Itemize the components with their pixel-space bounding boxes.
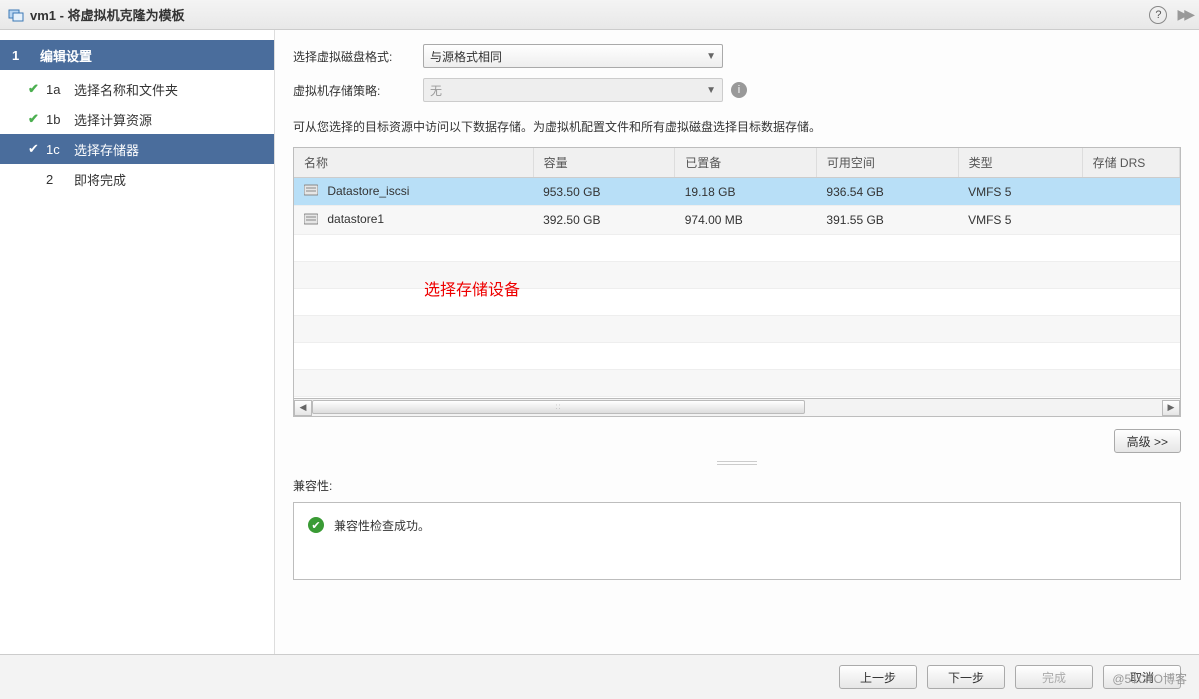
- table-row: .: [294, 369, 1180, 396]
- table-row[interactable]: datastore1 392.50 GB 974.00 MB 391.55 GB…: [294, 206, 1180, 234]
- wizard-sidebar: 1 编辑设置 ✔ 1a 选择名称和文件夹 ✔ 1b 选择计算资源 ✔ 1c 选择…: [0, 30, 275, 654]
- window-title: vm1 - 将虚拟机克隆为模板: [30, 5, 185, 24]
- cell-type: VMFS 5: [958, 206, 1082, 234]
- table-row: .: [294, 261, 1180, 288]
- step-1b[interactable]: ✔ 1b 选择计算资源: [0, 104, 274, 134]
- step-label: 选择计算资源: [74, 110, 152, 129]
- col-provisioned[interactable]: 已置备: [675, 148, 817, 178]
- storage-policy-value: 无: [430, 82, 442, 99]
- wizard-footer: 上一步 下一步 完成 取消: [0, 654, 1199, 699]
- compat-message: 兼容性检查成功。: [334, 517, 430, 534]
- cell-name: datastore1: [327, 212, 384, 226]
- step-1a[interactable]: ✔ 1a 选择名称和文件夹: [0, 74, 274, 104]
- table-row[interactable]: Datastore_iscsi 953.50 GB 19.18 GB 936.5…: [294, 178, 1180, 206]
- cell-drs: [1082, 178, 1179, 206]
- compat-label: 兼容性:: [293, 477, 1181, 494]
- compat-box: ✔ 兼容性检查成功。: [293, 502, 1181, 580]
- success-icon: ✔: [308, 517, 324, 533]
- scroll-track[interactable]: ::: [312, 400, 1162, 416]
- chevron-down-icon: ▼: [706, 85, 716, 96]
- scroll-right-icon[interactable]: ▶: [1162, 400, 1180, 416]
- table-row: .: [294, 315, 1180, 342]
- vm-icon: [8, 7, 24, 23]
- cell-type: VMFS 5: [958, 178, 1082, 206]
- table-row: .: [294, 342, 1180, 369]
- cell-drs: [1082, 206, 1179, 234]
- cell-name: Datastore_iscsi: [327, 184, 409, 198]
- storage-policy-label: 虚拟机存储策略:: [293, 82, 423, 99]
- splitter-grip[interactable]: [293, 459, 1181, 467]
- chevron-down-icon: ▼: [706, 51, 716, 62]
- check-icon: ✔: [28, 111, 46, 127]
- step-2[interactable]: 2 即将完成: [0, 164, 274, 194]
- disk-format-label: 选择虚拟磁盘格式:: [293, 48, 423, 65]
- col-name[interactable]: 名称: [294, 148, 533, 178]
- step-label: 选择存储器: [74, 140, 139, 159]
- help-icon[interactable]: ?: [1149, 6, 1167, 24]
- description-text: 可从您选择的目标资源中访问以下数据存储。为虚拟机配置文件和所有虚拟磁盘选择目标数…: [293, 118, 1181, 135]
- col-capacity[interactable]: 容量: [533, 148, 675, 178]
- title-bar: vm1 - 将虚拟机克隆为模板 ? ▶▶: [0, 0, 1199, 30]
- col-type[interactable]: 类型: [958, 148, 1082, 178]
- collapse-icon[interactable]: ▶▶: [1177, 6, 1191, 23]
- cell-provisioned: 974.00 MB: [675, 206, 817, 234]
- info-icon[interactable]: i: [731, 82, 747, 98]
- advanced-button[interactable]: 高级 >>: [1114, 429, 1181, 453]
- table-header-row: 名称 容量 已置备 可用空间 类型 存储 DRS: [294, 148, 1180, 178]
- datastore-icon: [304, 213, 318, 228]
- disk-format-value: 与源格式相同: [430, 48, 502, 65]
- step-label: 编辑设置: [40, 46, 92, 65]
- finish-button: 完成: [1015, 665, 1093, 689]
- cell-free: 391.55 GB: [816, 206, 958, 234]
- main-pane: 选择虚拟磁盘格式: 与源格式相同 ▼ 虚拟机存储策略: 无 ▼ i 可从您选择的…: [275, 30, 1199, 654]
- cell-provisioned: 19.18 GB: [675, 178, 817, 206]
- col-free[interactable]: 可用空间: [816, 148, 958, 178]
- cell-free: 936.54 GB: [816, 178, 958, 206]
- watermark: @51CTO博客: [1112, 670, 1187, 687]
- storage-policy-select: 无 ▼: [423, 78, 723, 102]
- step-1c[interactable]: ✔ 1c 选择存储器: [0, 134, 274, 164]
- table-row: .: [294, 234, 1180, 261]
- col-drs[interactable]: 存储 DRS: [1082, 148, 1179, 178]
- step-label: 即将完成: [74, 170, 126, 189]
- step-1-group[interactable]: 1 编辑设置: [0, 40, 274, 70]
- datastore-table: 名称 容量 已置备 可用空间 类型 存储 DRS D: [293, 147, 1181, 417]
- disk-format-select[interactable]: 与源格式相同 ▼: [423, 44, 723, 68]
- cell-capacity: 392.50 GB: [533, 206, 675, 234]
- check-icon: ✔: [28, 81, 46, 97]
- scroll-left-icon[interactable]: ◀: [294, 400, 312, 416]
- horizontal-scrollbar[interactable]: ◀ :: ▶: [294, 398, 1180, 416]
- datastore-icon: [304, 184, 318, 199]
- cell-capacity: 953.50 GB: [533, 178, 675, 206]
- back-button[interactable]: 上一步: [839, 665, 917, 689]
- scroll-thumb[interactable]: ::: [312, 400, 805, 414]
- next-button[interactable]: 下一步: [927, 665, 1005, 689]
- step-label: 选择名称和文件夹: [74, 80, 178, 99]
- check-icon: ✔: [28, 141, 46, 157]
- table-row: .: [294, 288, 1180, 315]
